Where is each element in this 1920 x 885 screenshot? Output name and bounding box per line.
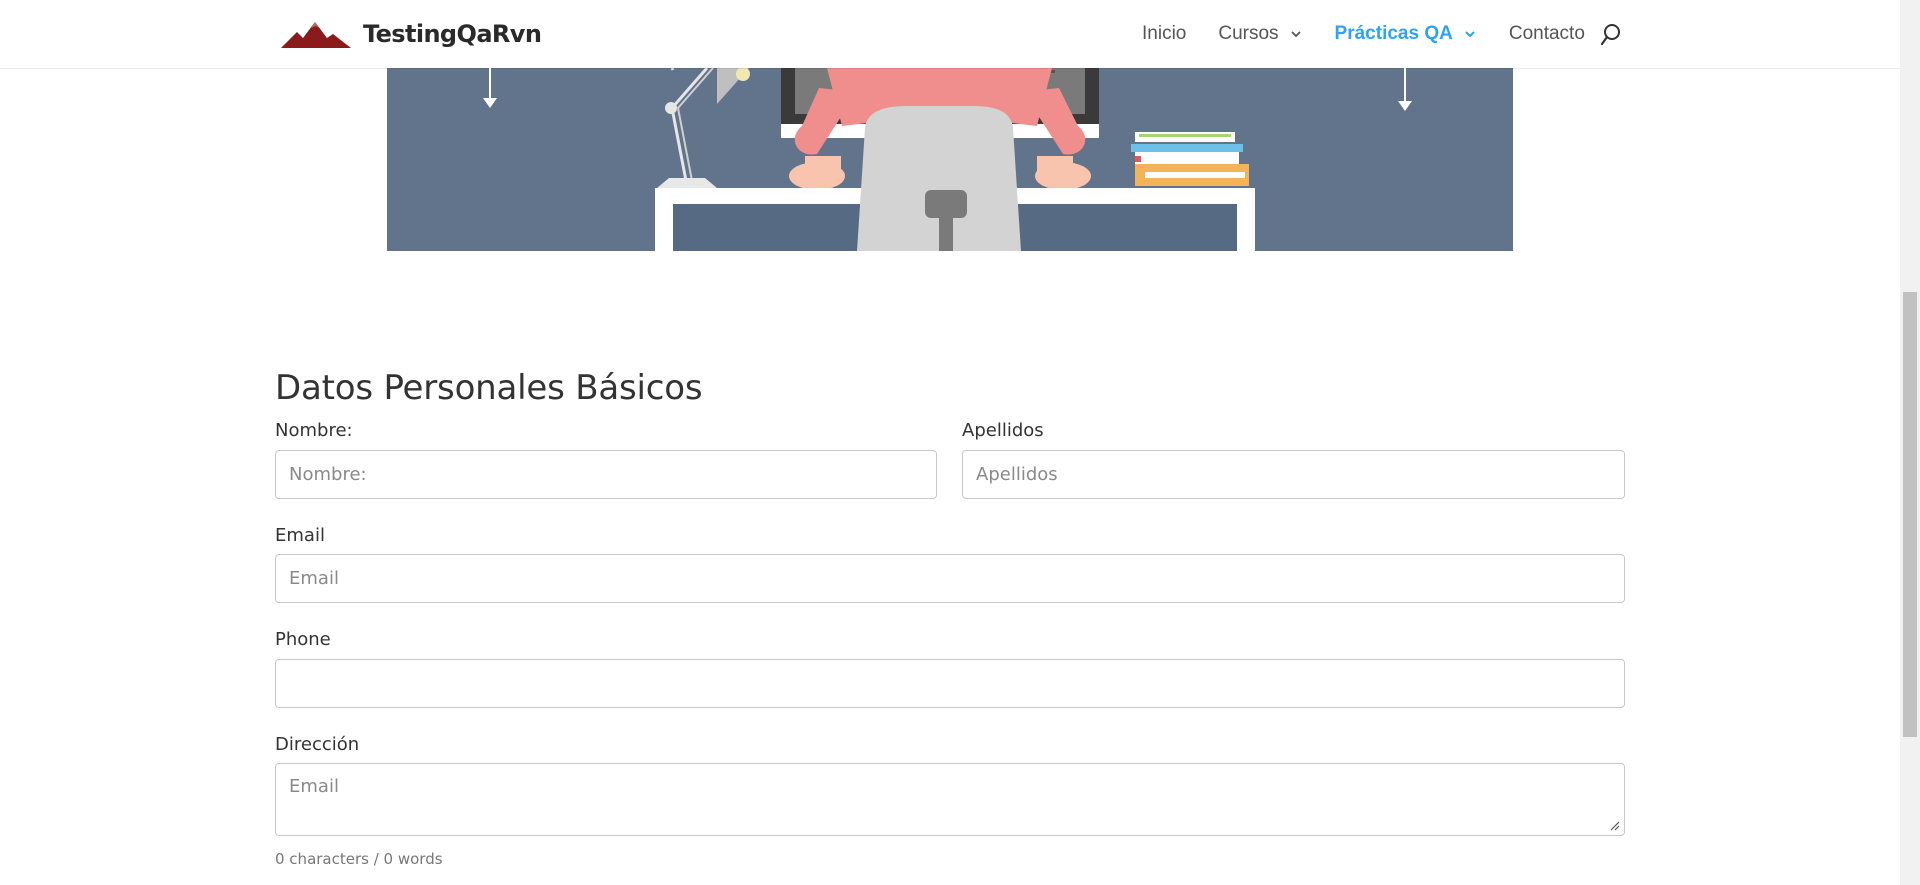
chevron-down-icon [1290, 31, 1301, 38]
nav-item-label: Prácticas QA [1334, 23, 1453, 44]
direccion-label: Dirección [275, 734, 360, 755]
nav-item-label: Inicio [1142, 23, 1187, 44]
desk-illustration [483, 68, 1412, 251]
brand-name: TestingQaRvn [363, 20, 542, 48]
main-nav: Inicio Cursos Prácticas QA Contacto [1142, 0, 1617, 68]
nav-item-contacto[interactable]: Contacto [1509, 23, 1585, 45]
page-scrollbar[interactable] [1900, 0, 1920, 885]
chevron-down-icon [1465, 31, 1475, 38]
nav-item-cursos[interactable]: Cursos [1218, 23, 1302, 45]
nav-item-inicio[interactable]: Inicio [1142, 23, 1186, 45]
nav-item-label: Contacto [1508, 23, 1585, 44]
email-label: Email [275, 525, 325, 546]
mountain-logo-icon [281, 22, 351, 48]
nombre-input[interactable] [275, 450, 937, 499]
nombre-label: Nombre: [275, 420, 353, 441]
nav-item-practicas-qa[interactable]: Prácticas QA [1335, 23, 1477, 45]
direccion-textarea[interactable] [275, 763, 1625, 836]
hero-illustration [387, 68, 1513, 251]
email-input[interactable] [275, 554, 1625, 603]
char-word-counter: 0 characters / 0 words [275, 850, 443, 868]
scrollbar-thumb[interactable] [1903, 292, 1917, 737]
brand-logo[interactable]: TestingQaRvn [281, 18, 542, 50]
apellidos-label: Apellidos [962, 420, 1044, 441]
nav-item-label: Cursos [1218, 23, 1279, 44]
phone-input[interactable] [275, 659, 1625, 708]
resize-handle-icon[interactable] [1610, 821, 1620, 831]
site-header: TestingQaRvn Inicio Cursos Prácticas QA … [0, 0, 1900, 68]
phone-label: Phone [275, 629, 331, 650]
form-title: Datos Personales Básicos [275, 368, 703, 408]
apellidos-input[interactable] [962, 450, 1625, 499]
search-icon[interactable] [1600, 23, 1622, 47]
